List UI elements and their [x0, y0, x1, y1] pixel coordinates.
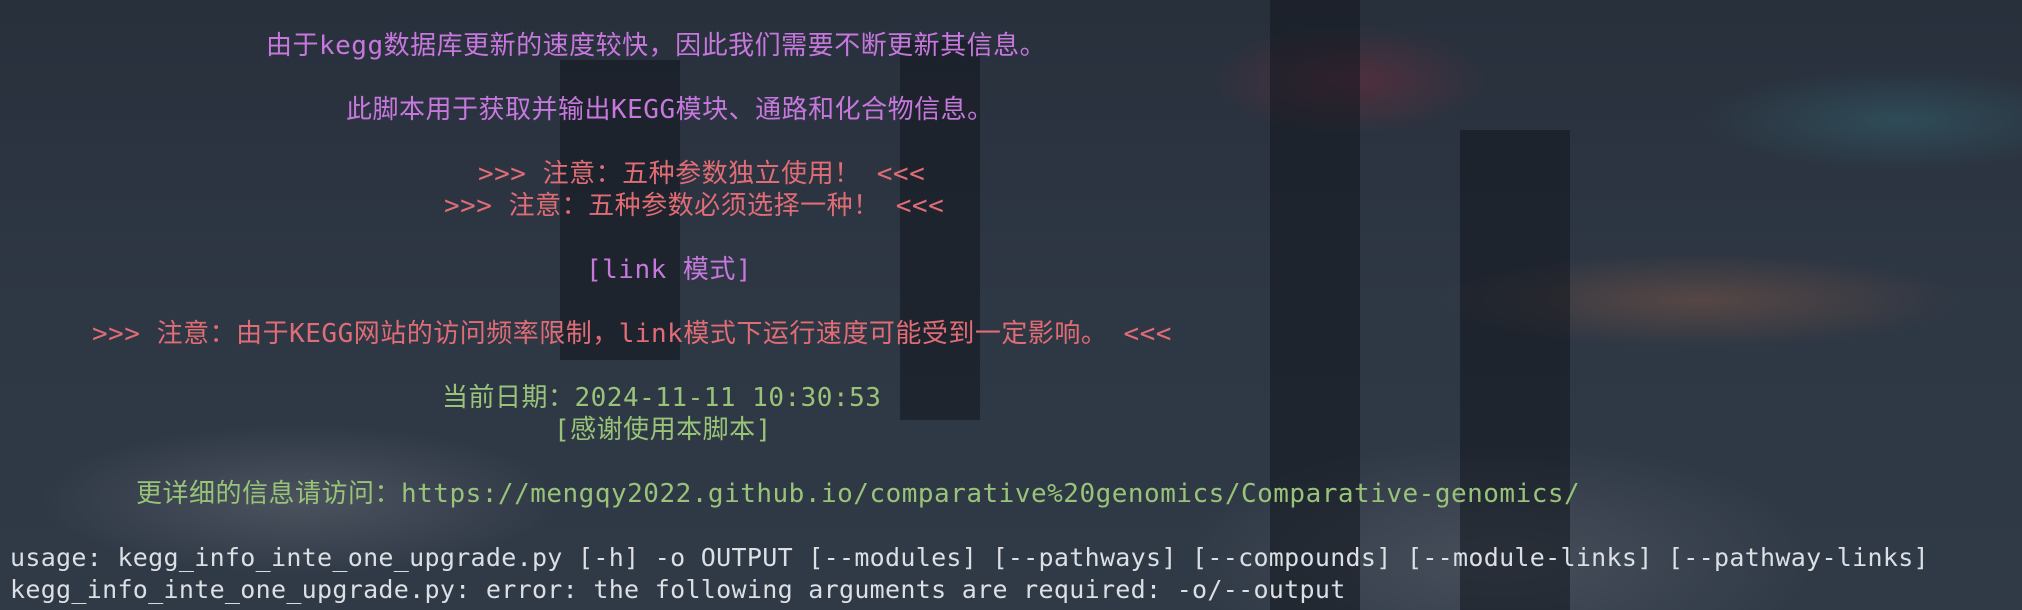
- background-building: [1270, 0, 1360, 610]
- intro-purpose-line: 此脚本用于获取并输出KEGG模块、通路和化合物信息。: [346, 95, 994, 125]
- thanks-line: [感谢使用本脚本]: [554, 415, 772, 445]
- intro-update-line: 由于kegg数据库更新的速度较快，因此我们需要不断更新其信息。: [266, 31, 1047, 61]
- note-rate-limit-line: >>> 注意：由于KEGG网站的访问频率限制，link模式下运行速度可能受到一定…: [92, 319, 1172, 349]
- link-mode-line: [link 模式]: [586, 255, 753, 285]
- more-info-line: 更详细的信息请访问：https://mengqy2022.github.io/c…: [136, 479, 1581, 509]
- note-required-line: >>> 注意：五种参数必须选择一种！ <<<: [444, 191, 945, 221]
- usage-line: usage: kegg_info_inte_one_upgrade.py [-h…: [10, 543, 1929, 572]
- terminal-background-image: [0, 0, 2022, 610]
- current-date-line: 当前日期：2024-11-11 10:30:53: [442, 383, 882, 413]
- error-line: kegg_info_inte_one_upgrade.py: error: th…: [10, 575, 1346, 604]
- background-building: [1460, 130, 1570, 610]
- note-independent-line: >>> 注意：五种参数独立使用！ <<<: [478, 159, 926, 189]
